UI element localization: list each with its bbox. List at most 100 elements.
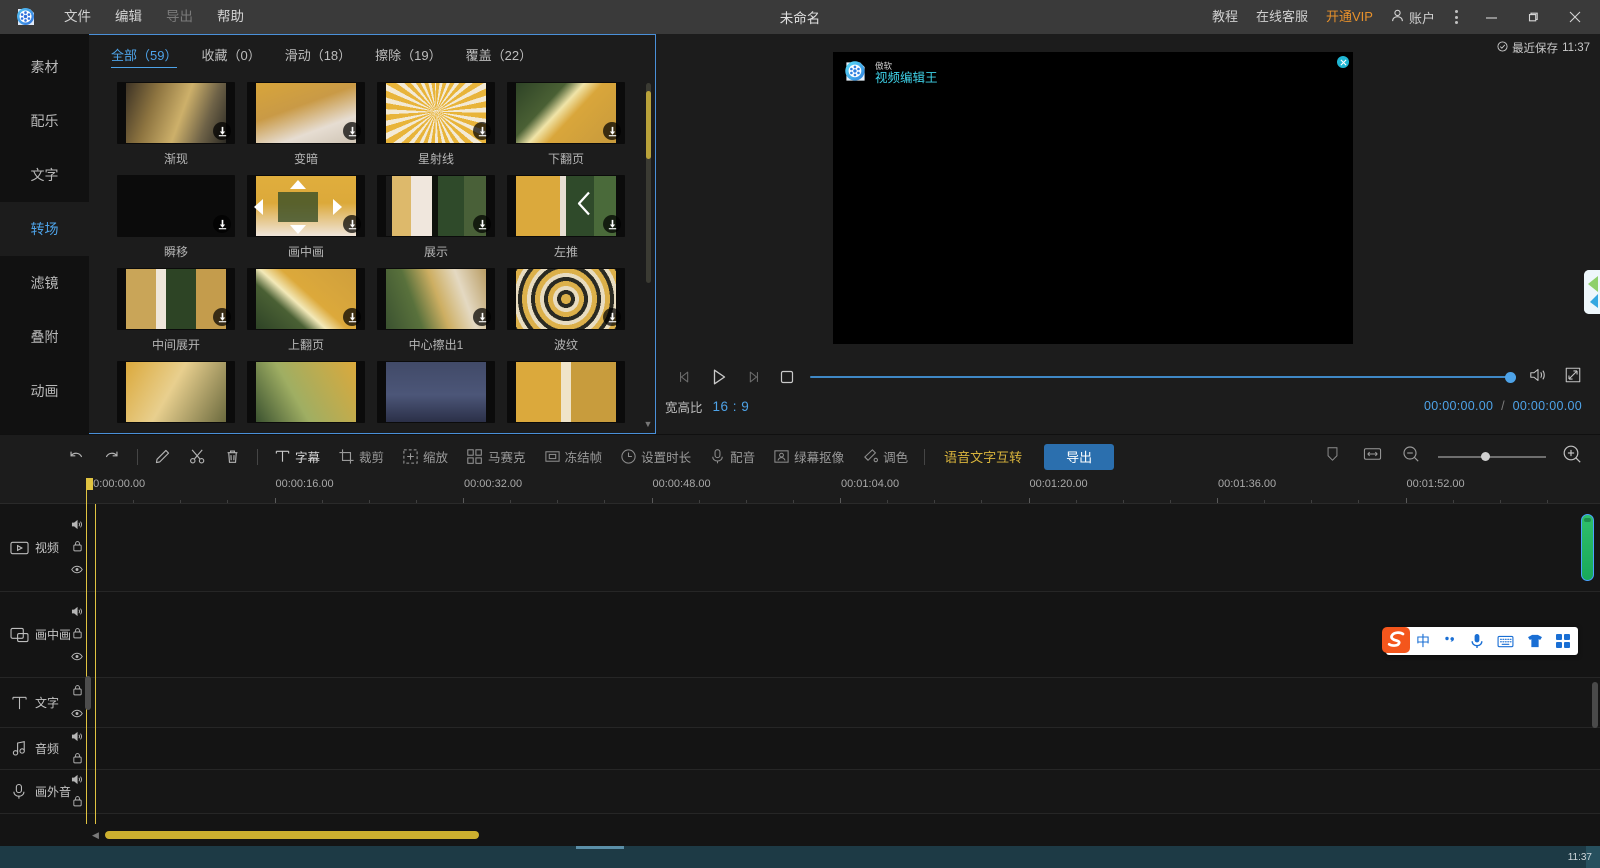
transition-item[interactable]: 瞬移 [111,175,241,260]
aspect-ratio-value[interactable]: 16 : 9 [703,399,750,414]
transition-item[interactable] [241,361,371,423]
track-header[interactable]: 文字 [0,678,89,728]
track-height-resizer[interactable] [85,676,91,710]
menu-help[interactable]: 帮助 [205,0,256,34]
taskbar-active-window[interactable] [576,846,624,849]
edit-button[interactable] [145,442,180,472]
transition-item[interactable]: 展示 [371,175,501,260]
tab-all[interactable]: 全部（59） [111,45,178,68]
track-lock-toggle[interactable] [72,626,83,644]
zoom-slider[interactable] [1438,449,1546,465]
transition-item[interactable]: 下翻页 [501,82,631,167]
fit-width-icon[interactable] [1357,446,1388,467]
track-lane[interactable] [89,770,1600,814]
tutorial-link[interactable]: 教程 [1203,0,1247,34]
previous-frame-button[interactable] [668,364,702,390]
track-lanes[interactable] [89,504,1600,824]
open-vip-link[interactable]: 开通VIP [1317,0,1382,34]
track-lane[interactable] [89,678,1600,728]
speech-text-convert-button[interactable]: 语音文字互转 [932,442,1034,472]
transition-item[interactable] [501,361,631,423]
timeline-ruler[interactable]: 00:00:00.00 00:00:16.00 00:00:32.00 00:00:4… [0,478,1600,504]
download-icon[interactable] [343,308,361,326]
transition-item[interactable]: 中心擦出1 [371,268,501,353]
grid-icon[interactable] [1556,634,1570,648]
voiceover-button[interactable]: 配音 [700,442,764,472]
scroll-down-arrow-icon[interactable]: ▼ [642,419,654,429]
download-icon[interactable] [473,215,491,233]
track-lane[interactable] [89,592,1600,678]
track-speaker-toggle[interactable] [71,604,83,622]
track-lock-toggle[interactable] [72,751,83,769]
download-icon[interactable] [603,215,621,233]
transition-thumbnail[interactable] [117,175,235,237]
sogou-logo-icon[interactable] [1380,623,1414,657]
tab-wipe[interactable]: 擦除（19） [375,45,441,67]
color-grade-button[interactable]: 调色 [853,442,917,472]
minimize-button[interactable] [1470,0,1512,34]
track-eye-toggle[interactable] [71,648,83,666]
sidebar-item-media[interactable]: 素材 [0,40,89,94]
split-button[interactable] [180,442,215,472]
maximize-button[interactable] [1512,0,1554,34]
online-support-link[interactable]: 在线客服 [1247,0,1317,34]
download-icon[interactable] [603,308,621,326]
zoom-in-icon[interactable] [1558,444,1586,469]
transition-item[interactable]: 变暗 [241,82,371,167]
scale-button[interactable]: 缩放 [393,442,457,472]
next-frame-button[interactable] [736,364,770,390]
track-lock-toggle[interactable] [72,539,83,557]
download-icon[interactable] [343,122,361,140]
fullscreen-icon[interactable] [1564,366,1582,389]
mosaic-button[interactable]: 马赛克 [457,442,535,472]
download-icon[interactable] [343,215,361,233]
playhead[interactable] [95,504,96,824]
download-icon[interactable] [473,308,491,326]
transition-item[interactable]: 左推 [501,175,631,260]
playhead-handle[interactable] [86,478,93,490]
track-header[interactable]: 画中画 [0,592,89,678]
transition-thumbnail[interactable] [117,268,235,330]
ime-mode-button[interactable]: 中 [1416,631,1430,651]
transition-item[interactable] [111,361,241,423]
download-icon[interactable] [213,308,231,326]
track-speaker-toggle[interactable] [71,772,83,790]
download-icon[interactable] [213,122,231,140]
transition-thumbnail[interactable] [247,361,365,423]
punctuation-icon[interactable] [1443,634,1457,648]
play-button[interactable] [702,364,736,390]
side-flyout-tab[interactable] [1584,270,1600,314]
download-icon[interactable] [473,122,491,140]
close-button[interactable] [1554,0,1596,34]
more-options-icon[interactable] [1443,10,1470,24]
download-icon[interactable] [603,122,621,140]
sidebar-item-text[interactable]: 文字 [0,148,89,202]
delete-button[interactable] [215,442,250,472]
transition-item[interactable]: 波纹 [501,268,631,353]
menu-file[interactable]: 文件 [52,0,103,34]
seek-bar-knob[interactable] [1505,371,1516,383]
preview-stage[interactable]: 傲软 视频编辑王 [833,52,1353,344]
playhead-line[interactable] [86,478,93,824]
subtitle-button[interactable]: 字幕 [265,442,329,472]
undo-button[interactable] [58,442,94,472]
track-header[interactable]: 视频 [0,504,89,592]
seek-bar[interactable] [810,364,1516,390]
transition-thumbnail[interactable] [377,175,495,237]
transition-thumbnail[interactable] [247,175,365,237]
scroll-left-arrow-icon[interactable]: ◀ [92,830,99,841]
transition-item[interactable]: 上翻页 [241,268,371,353]
panel-scrollbar[interactable] [646,83,651,283]
tab-favorites[interactable]: 收藏（0） [201,45,260,67]
track-lane[interactable] [89,504,1600,592]
transition-thumbnail[interactable] [247,268,365,330]
menu-export[interactable]: 导出 [154,0,205,34]
mic-icon[interactable] [1470,633,1484,649]
track-lane[interactable] [89,728,1600,770]
export-button[interactable]: 导出 [1044,443,1115,470]
zoom-slider-knob[interactable] [1481,452,1491,461]
timeline-hscroll-thumb[interactable] [105,831,479,839]
close-watermark-icon[interactable] [1337,56,1349,68]
transition-item[interactable]: 画中画 [241,175,371,260]
timeline-vertical-scrollbar[interactable] [1592,532,1598,798]
